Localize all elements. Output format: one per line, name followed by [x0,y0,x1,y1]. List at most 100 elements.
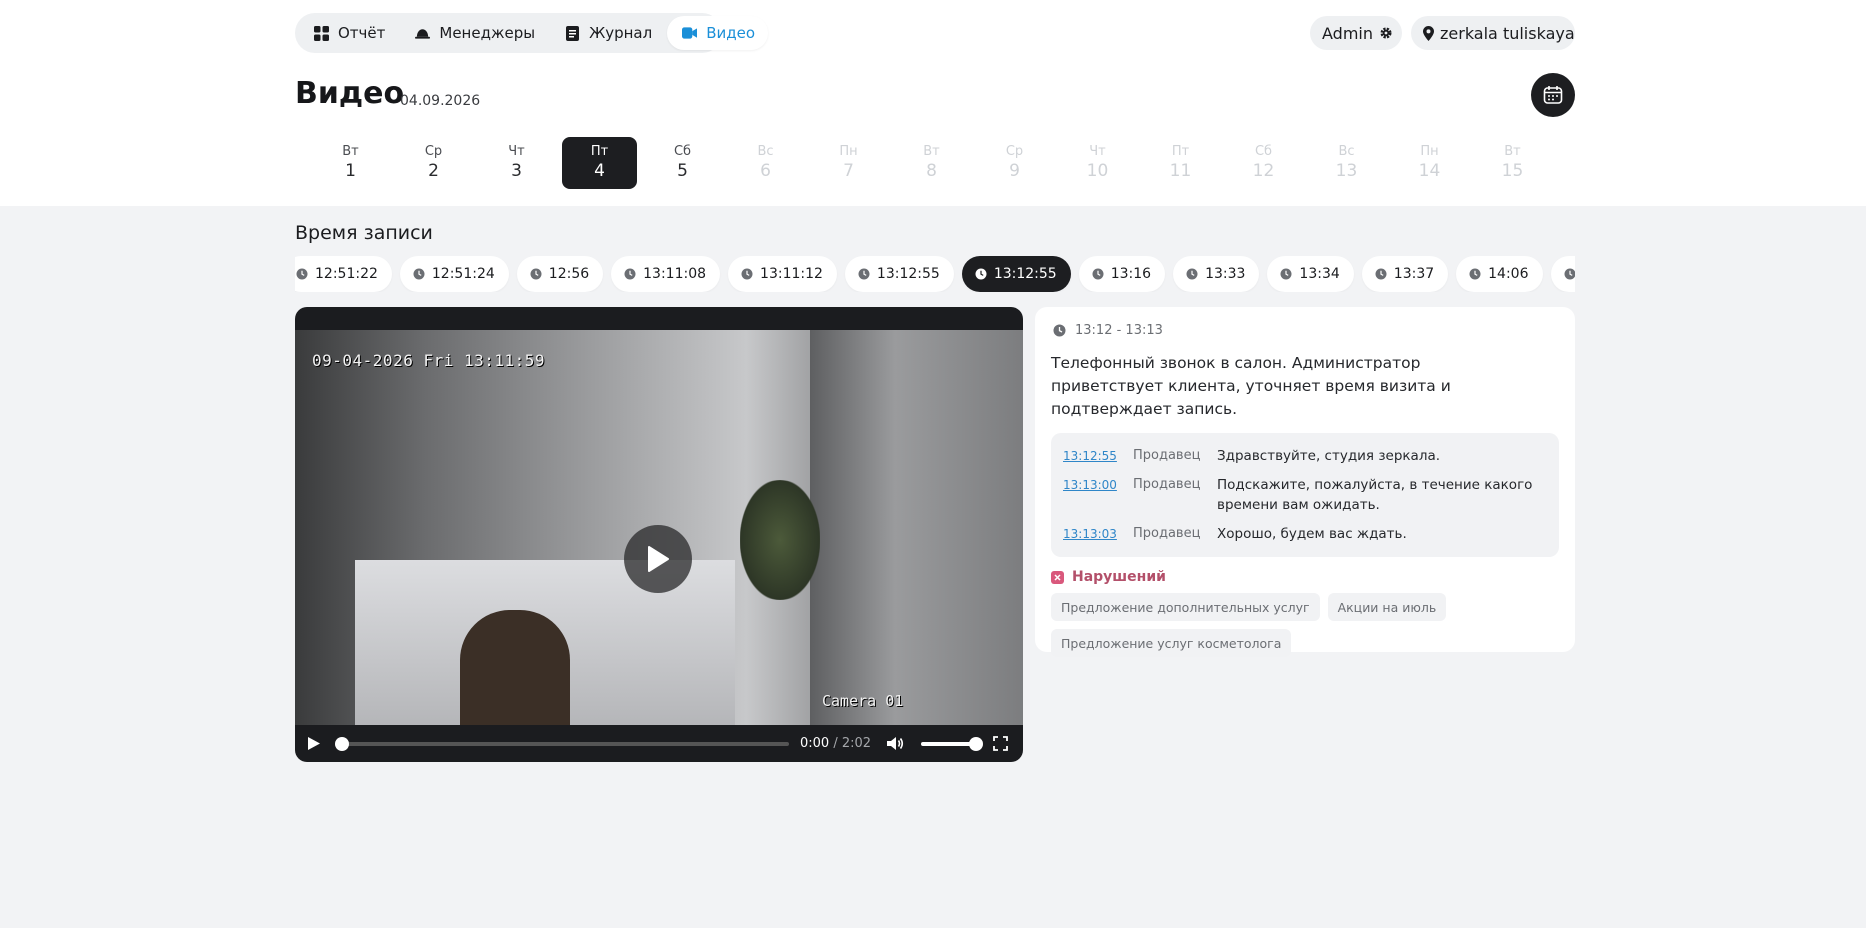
time-chip[interactable]: 12:51:24 [399,256,509,292]
time-chip-label: 12:51:22 [315,266,378,282]
transcript-timestamp-link[interactable]: 13:13:00 [1063,475,1133,515]
clock-icon [530,268,542,280]
day-5[interactable]: Сб 5 [645,137,720,189]
nav-label: Журнал [589,24,653,42]
volume-slider[interactable] [921,736,984,751]
transcript-text: Хорошо, будем вас ждать. [1217,526,1407,542]
progress-handle[interactable] [335,736,349,751]
time-chip-label: 12:51:24 [431,266,495,282]
clock-icon [1280,268,1292,280]
nav-item-managers[interactable]: Менеджеры [400,16,548,50]
time-chip[interactable]: 13:37 [1361,256,1449,292]
time-chip[interactable]: 13:33 [1173,256,1260,292]
day-14: Пн 14 [1392,137,1467,189]
recording-times-scroller[interactable]: 12:51:22 12:51:24 12:56 13:11:08 13:11:12 13:… [295,256,1575,292]
time-chip[interactable]: 14:06 [1456,256,1543,292]
transcript-speaker: Продавец [1133,448,1201,463]
day-weekday: Чт [508,144,525,159]
time-chip[interactable]: 13:16 [1078,256,1166,292]
violation-tag: Предложение услуг косметолога [1051,629,1292,657]
clock-icon [1186,268,1198,280]
video-player[interactable]: 09-04-2026 Fri 13:11:59 Camera 01 0:00 /… [295,307,1023,762]
day-weekday: Вт [1504,144,1521,159]
location-button[interactable]: zerkala tuliskaya [1411,16,1575,50]
scene-wall [810,330,1023,725]
day-weekday: Пт [1171,144,1190,159]
day-number: 10 [1086,161,1109,181]
nav-label: Менеджеры [439,24,536,42]
day-7: Пн 7 [811,137,886,189]
fullscreen-button[interactable] [993,736,1009,752]
play-button[interactable] [307,735,325,753]
day-number: 4 [594,161,605,181]
play-icon [646,546,670,572]
time-chip-label: 13:34 [1299,266,1340,282]
clock-icon [1053,324,1066,337]
violation-tag: Предложение дополнительных услуг [1051,593,1320,621]
location-pin-icon [1423,25,1434,41]
day-number: 15 [1501,161,1524,181]
transcript-speaker: Продавец [1133,477,1201,492]
call-summary: Телефонный звонок в салон. Администратор… [1051,354,1451,418]
violations-title: Нарушений [1072,569,1166,585]
time-chip-label: 13:33 [1205,266,1246,282]
nav-item-video[interactable]: Видео [667,16,769,50]
time-chip-label: 14:06 [1488,266,1529,282]
nav-label: Видео [706,24,756,42]
time-chip[interactable]: 13:11:12 [728,256,837,292]
gear-icon [1379,26,1393,40]
day-number: 9 [1009,161,1020,181]
day-number: 11 [1169,161,1192,181]
nav-item-report[interactable]: Отчёт [299,16,398,50]
time-chip[interactable]: 13:12:55 [961,256,1071,292]
grid-icon [314,25,329,41]
video-frame[interactable]: 09-04-2026 Fri 13:11:59 Camera 01 [295,330,1023,725]
time-chip[interactable]: 13:11:08 [611,256,721,292]
day-1[interactable]: Вт 1 [313,137,388,189]
calendar-icon [1543,85,1563,105]
calendar-button[interactable] [1531,73,1575,117]
time-chip[interactable]: 14:09 [1550,256,1575,292]
admin-label: Admin [1322,23,1373,43]
day-12: Сб 12 [1226,137,1301,189]
time-chip[interactable]: 13:12:55 [844,256,954,292]
volume-handle[interactable] [969,736,984,751]
progress-bar[interactable] [335,736,789,751]
transcript-timestamp-link[interactable]: 13:13:03 [1063,524,1133,544]
time-chip[interactable]: 13:34 [1267,256,1354,292]
day-weekday: Пт [590,144,609,159]
day-2[interactable]: Ср 2 [396,137,471,189]
clock-icon [858,268,870,280]
time-readout: 0:00 / 2:02 [800,736,871,751]
clock-icon [624,268,636,280]
volume-icon [887,736,904,751]
nav-label: Отчёт [338,24,386,42]
violation-tag: Акции на июль [1327,593,1447,621]
mute-button[interactable] [887,735,905,753]
time-chip[interactable]: 12:51:22 [295,256,392,292]
recording-details: 13:12 - 13:13 Телефонный звонок в салон.… [1035,307,1575,657]
transcript-text: Здравствуйте, студия зеркала. [1217,448,1441,464]
transcript-timestamp-link[interactable]: 13:12:55 [1063,446,1133,466]
video-controls: 0:00 / 2:02 [295,725,1023,762]
location-label: zerkala tuliskaya [1440,23,1575,43]
day-weekday: Вс [1338,144,1355,159]
clock-icon [413,268,425,280]
admin-button[interactable]: Admin [1310,16,1402,50]
day-number: 7 [843,161,854,181]
transcript-speaker: Продавец [1133,526,1201,541]
camera-label: Camera 01 [822,692,904,710]
day-weekday: Вт [923,144,940,159]
page-date: 04.09.2026 [400,93,481,109]
big-play-button[interactable] [624,525,692,593]
day-number: 3 [511,161,522,181]
day-weekday: Вс [757,144,774,159]
time-chip[interactable]: 12:56 [516,256,604,292]
day-11: Пт 11 [1143,137,1218,189]
nav-item-journal[interactable]: Журнал [550,16,665,50]
time-chip-label: 13:16 [1110,266,1152,282]
day-3[interactable]: Чт 3 [479,137,554,189]
day-4[interactable]: Пт 4 [562,137,637,189]
day-number: 14 [1418,161,1441,181]
day-number: 12 [1252,161,1275,181]
